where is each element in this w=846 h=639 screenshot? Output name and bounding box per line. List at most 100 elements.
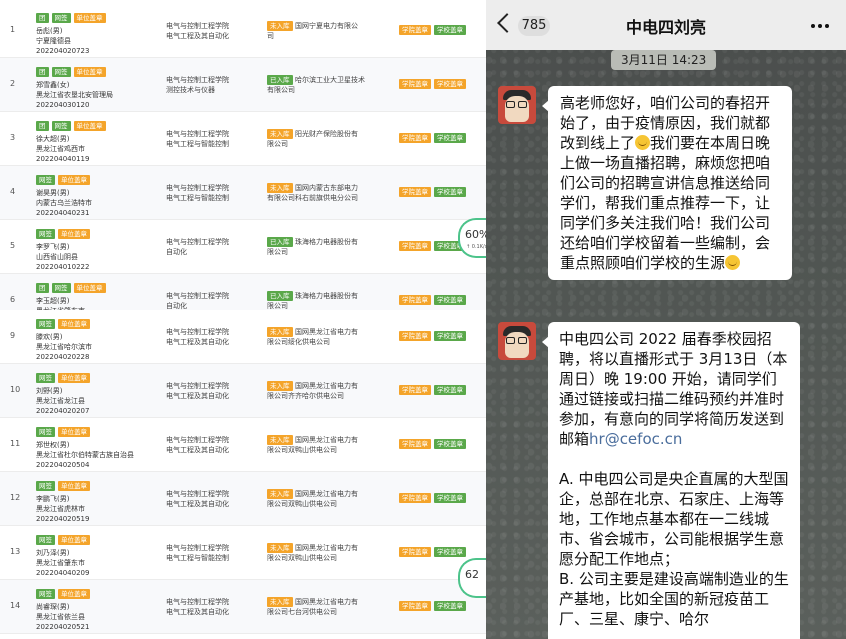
company-line: 有限公司	[267, 86, 295, 94]
table-row[interactable]: 9 网签 单位盖章 滕欢(男) 黑龙江省哈尔滨市 202204020228 电气与控制工程学…	[0, 310, 486, 364]
table-row[interactable]: 10 网签 单位盖章 刘野(男) 黑龙江省龙江县 202204020207 电气与控制工程学…	[0, 364, 486, 418]
company-name: 国网黑龙江省电力有 限公司绥化供电公司	[267, 327, 358, 347]
college-stamp-button[interactable]: 学院盖章	[399, 547, 431, 557]
row-tags: 网签 单位盖章	[36, 319, 90, 329]
chat-message-bubble[interactable]: 高老师您好，咱们公司的春招开始了，由于疫情原因，我们就都改到线上了 我们要在本周日…	[542, 86, 792, 280]
school-line: 电气工程与智能控制	[166, 140, 229, 148]
row-tags: 团网签 单位盖章	[36, 121, 106, 131]
company-name: 国网内蒙古东部电力 有限公司科右前旗供电分公司	[267, 183, 358, 203]
table-row[interactable]: 3 团网签 单位盖章 徐大超(男) 黑龙江省鸡西市 202204040119 电气与控制工程…	[0, 112, 486, 166]
school-line: 自动化	[166, 248, 187, 256]
school-line: 测控技术与仪器	[166, 86, 215, 94]
school-major: 电气与控制工程学院 电气工程及其自动化	[166, 435, 229, 455]
table-row[interactable]: 2 团网签 单位盖章 郑雪鑫(女) 黑龙江省农垦北安管理局 202204030120 电气与…	[0, 58, 486, 112]
table-row[interactable]: 13 网签 单位盖章 刘乃泽(男) 黑龙江省肇东市 202204040209 电气与控制工程…	[0, 526, 486, 580]
school-stamp-button[interactable]: 学校盖章	[434, 295, 466, 305]
chat-message-bubble[interactable]: 中电四公司 2022 届春季校园招聘，将以直播形式于 3月13日（本周日）晚 1…	[542, 322, 800, 639]
speed-value: ↑ 0.1K/s	[466, 244, 486, 250]
college-stamp-button[interactable]: 学院盖章	[399, 295, 431, 305]
row-number: 6	[10, 295, 16, 304]
school-stamp-button[interactable]: 学校盖章	[434, 439, 466, 449]
company-line: 珠海格力电器股份有	[295, 238, 358, 246]
student-name: 李罗飞(男)	[36, 243, 70, 251]
table-row[interactable]: 11 网签 单位盖章 郑世权(男) 黑龙江省杜尔伯特蒙古族自治县 202204020504…	[0, 418, 486, 472]
network-speed-widget[interactable]: 62	[458, 558, 486, 598]
school-line: 电气工程及其自动化	[166, 500, 229, 508]
status-tag: 单位盖章	[73, 283, 106, 293]
company-line: 限公司双鸭山供电公司	[267, 446, 337, 454]
student-origin: 宁夏隆德县	[36, 37, 71, 45]
company-line: 国网黑龙江省电力有	[295, 436, 358, 444]
college-stamp-button[interactable]: 学院盖章	[399, 241, 431, 251]
row-number: 14	[10, 601, 21, 610]
college-stamp-button[interactable]: 学院盖章	[399, 25, 431, 35]
school-line: 电气工程与智能控制	[166, 194, 229, 202]
student-sid: 202204020228	[36, 353, 90, 361]
company-name: 阳光财产保险股份有 限公司	[267, 129, 358, 149]
school-line: 电气工程及其自动化	[166, 32, 229, 40]
sender-avatar[interactable]	[498, 86, 536, 124]
sender-avatar[interactable]	[498, 322, 536, 360]
status-tag: 网签	[36, 373, 55, 383]
table-row[interactable]: 12 网签 单位盖章 李鹏飞(男) 黑龙江省虎林市 202204020519 电气与控制工程…	[0, 472, 486, 526]
row-number: 4	[10, 187, 16, 196]
table-row[interactable]: 4 网签 单位盖章 谢昊男(男) 内蒙古乌兰浩特市 202204040231 电气与控制工程…	[0, 166, 486, 220]
school-major: 电气与控制工程学院 电气工程及其自动化	[166, 489, 229, 509]
college-stamp-button[interactable]: 学院盖章	[399, 331, 431, 341]
stamp-buttons: 学院盖章 学校盖章	[399, 439, 466, 449]
more-options-icon[interactable]	[810, 16, 830, 36]
company-line: 限公司	[267, 248, 288, 256]
school-stamp-button[interactable]: 学校盖章	[434, 187, 466, 197]
college-stamp-button[interactable]: 学院盖章	[399, 79, 431, 89]
school-stamp-button[interactable]: 学校盖章	[434, 331, 466, 341]
row-number: 13	[10, 547, 21, 556]
school-stamp-button[interactable]: 学校盖章	[434, 493, 466, 503]
student-sid: 202204020519	[36, 515, 90, 523]
student-origin: 山西省山阴县	[36, 253, 78, 261]
company-name: 哈尔滨工业大卫星技术 有限公司	[267, 75, 365, 95]
school-stamp-button[interactable]: 学校盖章	[434, 25, 466, 35]
school-major: 电气与控制工程学院 电气工程与智能控制	[166, 129, 229, 149]
table-row[interactable]: 1 团网签 单位盖章 岳彪(男) 宁夏隆德县 202204020723 电气与控制工程学院电…	[0, 4, 486, 58]
school-stamp-button[interactable]: 学校盖章	[434, 547, 466, 557]
company-line: 限公司双鸭山供电公司	[267, 554, 337, 562]
college-stamp-button[interactable]: 学院盖章	[399, 493, 431, 503]
status-tag: 单位盖章	[58, 535, 90, 545]
company-line: 哈尔滨工业大卫星技术	[295, 76, 365, 84]
college-stamp-button[interactable]: 学院盖章	[399, 601, 431, 611]
college-stamp-button[interactable]: 学院盖章	[399, 385, 431, 395]
school-stamp-button[interactable]: 学校盖章	[434, 133, 466, 143]
college-stamp-button[interactable]: 学院盖章	[399, 133, 431, 143]
school-major: 电气与控制工程学院 电气工程及其自动化	[166, 597, 229, 617]
college-stamp-button[interactable]: 学院盖章	[399, 439, 431, 449]
school-stamp-button[interactable]: 学校盖章	[434, 79, 466, 89]
school-major: 电气与控制工程学院 自动化	[166, 291, 229, 311]
college-stamp-button[interactable]: 学院盖章	[399, 187, 431, 197]
school-line: 电气与控制工程学院	[166, 382, 229, 390]
school-stamp-button[interactable]: 学校盖章	[434, 385, 466, 395]
company-line: 限公司七台河供电公司	[267, 608, 337, 616]
company-name: 国网宁夏电力有限公司	[267, 21, 358, 41]
email-link[interactable]: hr@cefoc.cn	[589, 430, 682, 448]
company-name: 国网黑龙江省电力有 限公司齐齐哈尔供电公司	[267, 381, 358, 401]
student-sid: 202204040231	[36, 209, 90, 217]
status-tag: 单位盖章	[58, 589, 90, 599]
speed-percent: 60%	[465, 228, 486, 241]
school-stamp-button[interactable]: 学校盖章	[434, 601, 466, 611]
student-name: 尚睿琛(男)	[36, 603, 70, 611]
status-tag: 单位盖章	[73, 67, 106, 77]
school-line: 电气工程及其自动化	[166, 392, 229, 400]
message-text: 我们要在本周日晚上做一场直播招聘，麻烦您把咱们公司的招聘宣讲信息推送给同学们，帮…	[560, 134, 771, 272]
student-info: 尚睿琛(男) 黑龙江省依兰县 202204020521	[36, 602, 89, 632]
student-origin: 黑龙江省鸡西市	[36, 145, 85, 153]
row-number: 12	[10, 493, 21, 502]
student-name: 岳彪(男)	[36, 27, 63, 35]
message-paragraph: B. 公司主要是建设高端制造业的生产基地，比如全国的新冠疫苗工厂、三星、康宁、哈…	[559, 570, 789, 628]
company-name: 珠海格力电器股份有 限公司	[267, 237, 358, 257]
table-row[interactable]: 5 网签 单位盖章 李罗飞(男) 山西省山阴县 202204010222 电气与控制工程学院…	[0, 220, 486, 274]
table-row[interactable]: 14 网签 单位盖章 尚睿琛(男) 黑龙江省依兰县 202204020521 电气与控制工程…	[0, 580, 486, 634]
network-speed-widget[interactable]: 60% ↑ 0.1K/s	[458, 218, 486, 258]
stamp-buttons: 学院盖章 学校盖章	[399, 79, 466, 89]
company-name: 国网黑龙江省电力有 限公司双鸭山供电公司	[267, 489, 358, 509]
student-name: 滕欢(男)	[36, 333, 63, 341]
